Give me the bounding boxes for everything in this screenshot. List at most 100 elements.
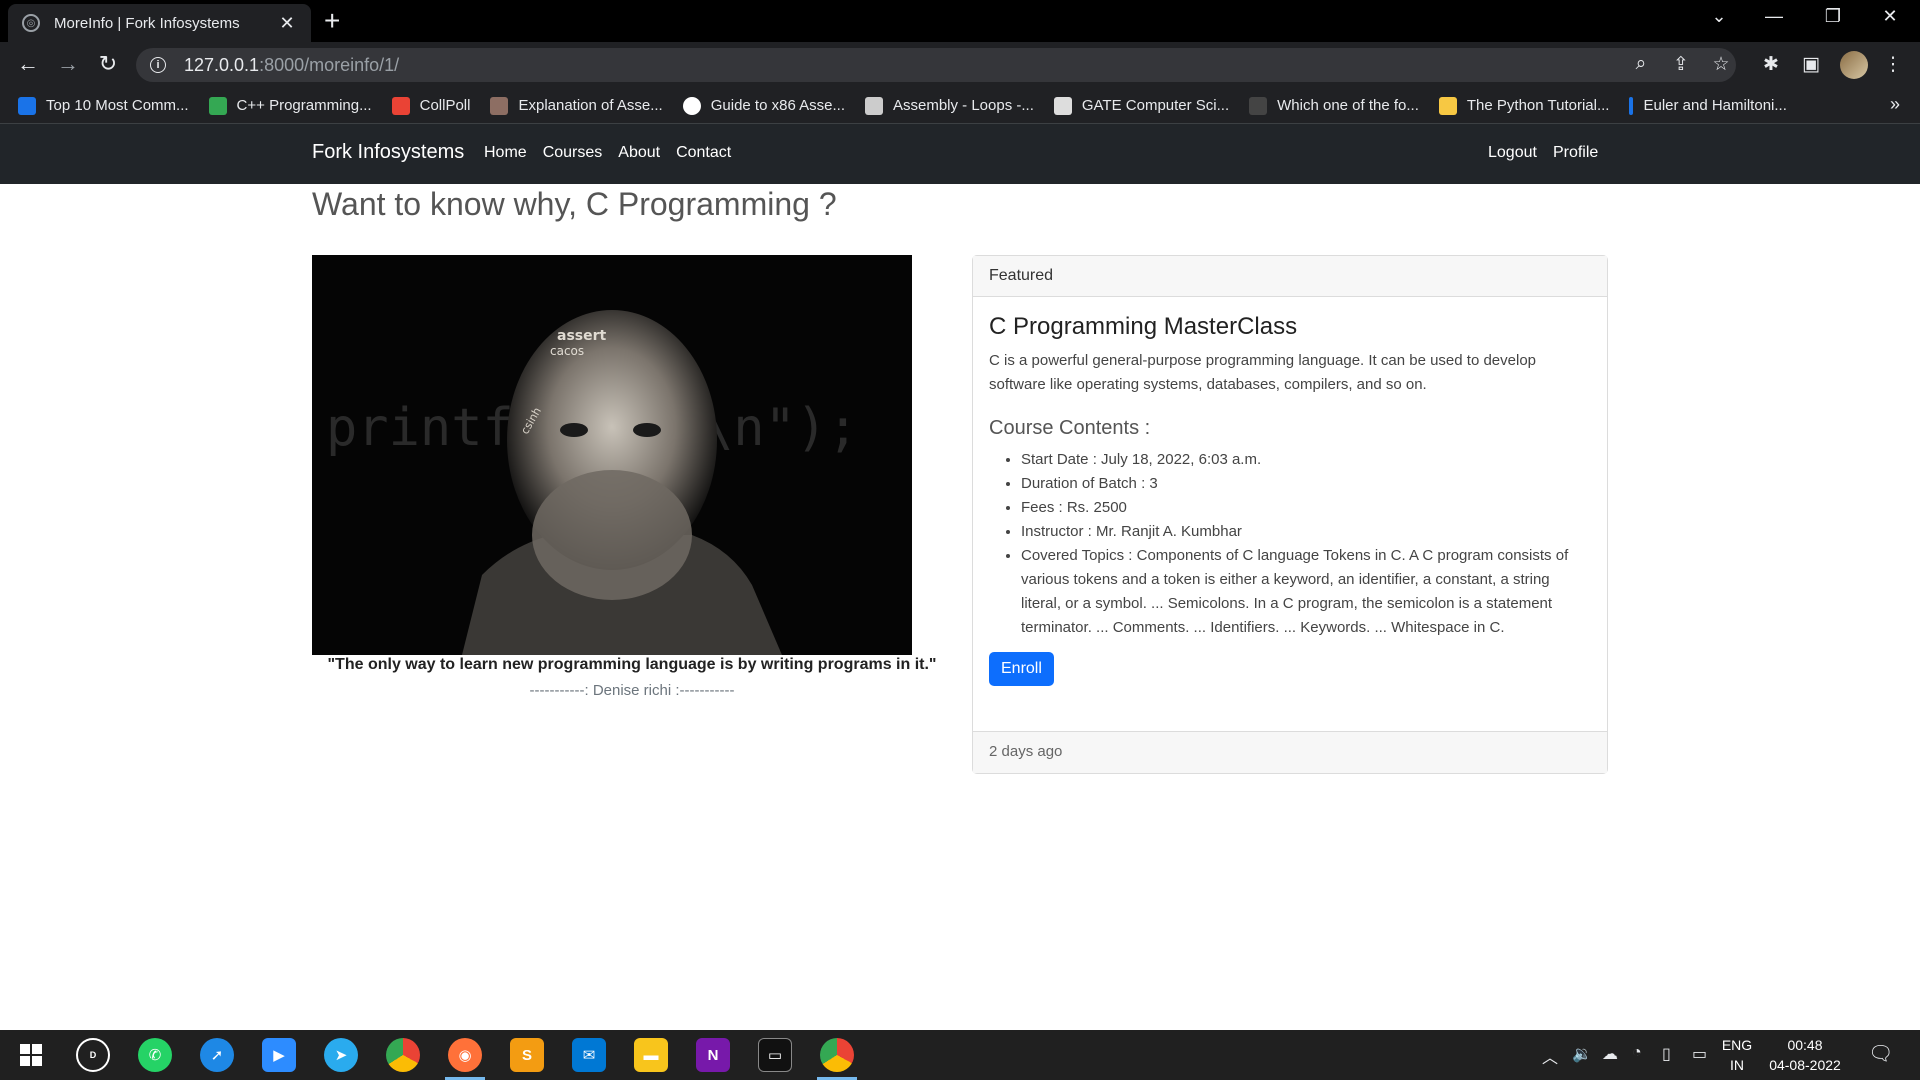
- url-path: :8000/moreinfo/1/: [259, 54, 400, 75]
- more-bookmarks-icon[interactable]: »: [1890, 94, 1900, 115]
- portrait-illustration: printf (" \n"); assert cacos csinh: [312, 255, 912, 655]
- bookmark-favicon-icon: [18, 96, 36, 115]
- dell-icon[interactable]: D: [76, 1038, 110, 1072]
- nav-logout[interactable]: Logout: [1488, 144, 1537, 162]
- bookmark-label: CollPoll: [419, 97, 471, 114]
- course-title: C Programming MasterClass: [989, 313, 1298, 340]
- bookmark-item[interactable]: The Python Tutorial...: [1438, 96, 1610, 115]
- hero-word: assert: [557, 328, 607, 344]
- bookmark-item[interactable]: Guide to x86 Asse...: [682, 96, 845, 115]
- card-body: C Programming MasterClass C is a powerfu…: [973, 297, 1607, 702]
- minimize-button[interactable]: —: [1754, 6, 1794, 27]
- list-item: Instructor : Mr. Ranjit A. Kumbhar: [1021, 520, 1591, 544]
- bookmark-star-icon[interactable]: ☆: [1708, 53, 1734, 76]
- tab-title: MoreInfo | Fork Infosystems: [54, 14, 240, 32]
- quote-text: "The only way to learn new programming l…: [327, 656, 937, 673]
- course-card: Featured C Programming MasterClass C is …: [972, 255, 1608, 774]
- bookmark-item[interactable]: Which one of the fo...: [1249, 96, 1419, 115]
- site-brand[interactable]: Fork Infosystems: [312, 141, 464, 164]
- firefox-icon[interactable]: ◉: [448, 1038, 482, 1072]
- nav-contact[interactable]: Contact: [676, 144, 731, 162]
- bookmark-item[interactable]: CollPoll: [391, 96, 471, 115]
- terminal-icon[interactable]: ▭: [758, 1038, 792, 1072]
- course-description: C is a powerful general-purpose programm…: [989, 352, 1537, 393]
- onedrive-icon[interactable]: ☁: [1602, 1044, 1618, 1064]
- bookmark-label: The Python Tutorial...: [1466, 97, 1610, 114]
- share-icon[interactable]: ⇪: [1668, 53, 1694, 76]
- bookmark-item[interactable]: Top 10 Most Comm...: [18, 96, 189, 115]
- chrome-active-icon[interactable]: [820, 1038, 854, 1072]
- bookmark-item[interactable]: Explanation of Asse...: [490, 96, 663, 115]
- course-contents-list: Start Date : July 18, 2022, 6:03 a.m. Du…: [989, 448, 1591, 640]
- side-panel-icon[interactable]: ▣: [1798, 53, 1824, 76]
- tab-search-icon[interactable]: ⌄: [1699, 6, 1739, 27]
- browser-tab[interactable]: ◎ MoreInfo | Fork Infosystems ✕: [8, 4, 311, 42]
- restore-button[interactable]: ❐: [1813, 6, 1853, 27]
- bookmark-item[interactable]: C++ Programming...: [208, 96, 372, 115]
- page-title: Want to know why, C Programming ?: [312, 186, 837, 222]
- card-header: Featured: [973, 256, 1607, 297]
- new-tab-button[interactable]: +: [324, 6, 340, 36]
- nav-home[interactable]: Home: [484, 144, 527, 162]
- app-icon[interactable]: ➚: [200, 1038, 234, 1072]
- bookmark-label: Top 10 Most Comm...: [46, 97, 189, 114]
- close-window-button[interactable]: ✕: [1870, 6, 1910, 27]
- list-item: Duration of Batch : 3: [1021, 472, 1591, 496]
- site-nav-right: Logout Profile: [1488, 144, 1614, 162]
- enroll-button[interactable]: Enroll: [989, 652, 1054, 686]
- bookmark-item[interactable]: Euler and Hamiltoni...: [1629, 96, 1787, 115]
- lang-code: ENG: [1721, 1037, 1753, 1053]
- close-tab-icon[interactable]: ✕: [277, 13, 297, 34]
- bookmark-label: Assembly - Loops -...: [892, 97, 1034, 114]
- quote-author: -----------: Denise richi :-----------: [529, 682, 735, 699]
- extensions-icon[interactable]: ✱: [1758, 53, 1784, 76]
- notification-icon[interactable]: 🗨: [1868, 1041, 1893, 1066]
- card-footer: 2 days ago: [973, 731, 1607, 773]
- bookmark-label: GATE Computer Sci...: [1081, 97, 1230, 114]
- bookmark-label: Which one of the fo...: [1277, 97, 1419, 114]
- file-explorer-icon[interactable]: ▬: [634, 1038, 668, 1072]
- chrome-icon[interactable]: [386, 1038, 420, 1072]
- bookmark-favicon-icon: [1249, 96, 1268, 115]
- back-arrow-icon[interactable]: ←: [14, 51, 42, 77]
- site-info-icon[interactable]: i: [150, 57, 166, 73]
- sublime-icon[interactable]: S: [510, 1038, 544, 1072]
- globe-icon: ◎: [22, 14, 40, 32]
- telegram-icon[interactable]: ➤: [324, 1038, 358, 1072]
- bookmark-favicon-icon: [1438, 96, 1457, 115]
- nav-courses[interactable]: Courses: [543, 144, 603, 162]
- reload-icon[interactable]: ↻: [94, 51, 122, 77]
- list-item: Covered Topics : Components of C languag…: [1021, 544, 1591, 640]
- tray-overflow-icon[interactable]: ︿: [1542, 1044, 1558, 1068]
- menu-dots-icon[interactable]: ⋮: [1880, 53, 1906, 76]
- site-navbar: Fork Infosystems Home Courses About Cont…: [0, 124, 1920, 184]
- bookmark-label: Guide to x86 Asse...: [710, 97, 845, 114]
- device-icon[interactable]: ▯: [1662, 1044, 1671, 1064]
- windows-start-icon[interactable]: [14, 1038, 48, 1072]
- battery-icon[interactable]: ▭: [1692, 1044, 1707, 1064]
- system-clock[interactable]: 00:48 04-08-2022: [1760, 1035, 1850, 1075]
- address-bar[interactable]: i 127.0.0.1:8000/moreinfo/1/: [136, 48, 1736, 82]
- onenote-icon[interactable]: N: [696, 1038, 730, 1072]
- language-indicator[interactable]: ENG IN: [1712, 1035, 1762, 1075]
- mail-icon[interactable]: ✉: [572, 1038, 606, 1072]
- forward-arrow-icon[interactable]: →: [54, 51, 82, 77]
- site-nav-links: Home Courses About Contact: [484, 144, 747, 162]
- bookmark-item[interactable]: GATE Computer Sci...: [1053, 96, 1230, 115]
- whatsapp-icon[interactable]: ✆: [138, 1038, 172, 1072]
- wifi-icon[interactable]: ◔: [1632, 1044, 1642, 1062]
- browser-title-bar: ◎ MoreInfo | Fork Infosystems ✕ + ⌄ — ❐ …: [0, 0, 1920, 42]
- nav-about[interactable]: About: [618, 144, 660, 162]
- bookmark-item[interactable]: Assembly - Loops -...: [864, 96, 1034, 115]
- bookmark-favicon-icon: [1629, 96, 1634, 115]
- volume-icon[interactable]: 🔉: [1572, 1044, 1592, 1064]
- zoom-app-icon[interactable]: ▶: [262, 1038, 296, 1072]
- bookmark-favicon-icon: [1053, 96, 1072, 115]
- bookmark-favicon-icon: [682, 96, 701, 115]
- zoom-icon[interactable]: ⌕: [1628, 53, 1654, 75]
- profile-avatar[interactable]: [1840, 51, 1868, 79]
- bookmark-label: Euler and Hamiltoni...: [1643, 97, 1787, 114]
- bookmark-favicon-icon: [864, 96, 883, 115]
- course-contents-heading: Course Contents :: [989, 417, 1151, 439]
- nav-profile[interactable]: Profile: [1553, 144, 1598, 162]
